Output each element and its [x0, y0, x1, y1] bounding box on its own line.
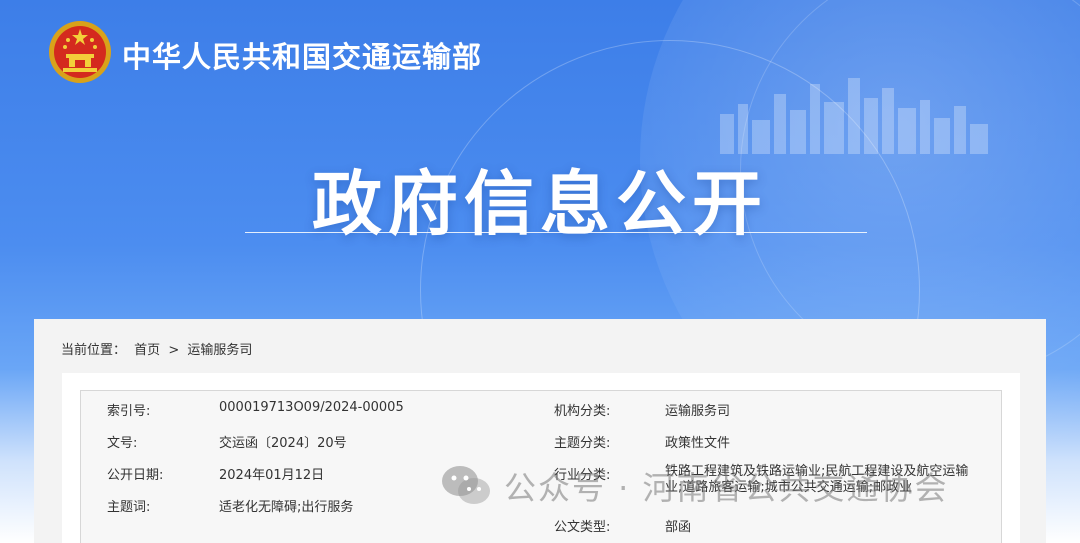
document-info-card: 索引号: 000019713O09/2024-00005 机构分类: 运输服务司…	[62, 373, 1020, 543]
meta-label: 索引号:	[107, 404, 151, 419]
meta-label: 主题分类:	[554, 436, 611, 451]
meta-label: 公文类型:	[554, 520, 611, 535]
breadcrumb-current-link[interactable]: 运输服务司	[187, 343, 252, 358]
title-divider	[245, 232, 867, 233]
national-emblem-icon	[49, 21, 111, 83]
meta-value: 2024年01月12日	[219, 468, 325, 483]
ministry-name[interactable]: 中华人民共和国交通运输部	[122, 34, 482, 76]
meta-label: 公开日期:	[107, 468, 164, 483]
meta-value: 政策性文件	[665, 436, 731, 451]
breadcrumb: 当前位置： 首页 > 运输服务司	[61, 339, 256, 358]
watermark-text: 公众号 · 河南省公共交通协会	[504, 469, 949, 507]
meta-value: 适老化无障碍;出行服务	[219, 500, 354, 515]
meta-label: 文号:	[107, 436, 138, 451]
meta-value: 运输服务司	[665, 404, 731, 419]
meta-value: 交运函〔2024〕20号	[219, 436, 347, 451]
content-panel: 当前位置： 首页 > 运输服务司 索引号: 000019713O09/2024-…	[34, 319, 1046, 543]
meta-value: 部函	[665, 520, 692, 535]
breadcrumb-prefix: 当前位置：	[61, 343, 127, 358]
wechat-icon	[442, 466, 490, 504]
meta-label: 机构分类:	[554, 404, 611, 419]
page-title: 政府信息公开	[312, 163, 768, 245]
breadcrumb-separator: >	[168, 343, 180, 358]
breadcrumb-home-link[interactable]: 首页	[134, 343, 160, 358]
wechat-watermark: 公众号 · 河南省公共交通协会	[440, 463, 949, 509]
meta-label: 主题词:	[107, 500, 151, 515]
city-skyline-decoration	[720, 78, 988, 154]
meta-value: 000019713O09/2024-00005	[219, 400, 404, 415]
